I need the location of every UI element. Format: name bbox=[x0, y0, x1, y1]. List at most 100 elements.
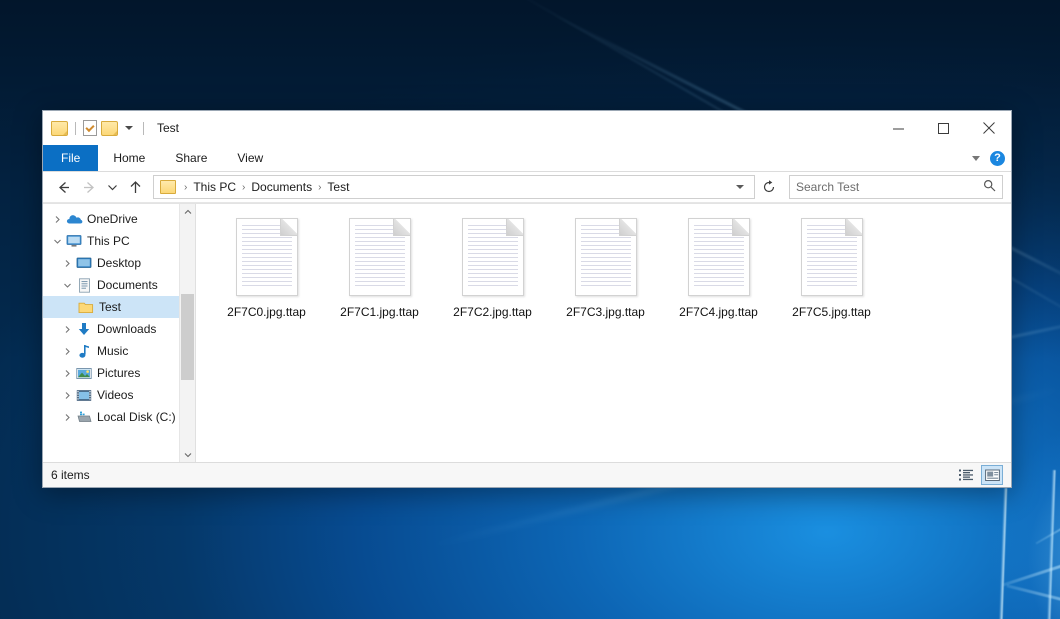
file-item[interactable]: 2F7C1.jpg.ttap bbox=[323, 216, 436, 319]
tab-home[interactable]: Home bbox=[98, 145, 160, 171]
chevron-down-icon[interactable] bbox=[736, 185, 744, 189]
chevron-down-icon[interactable] bbox=[59, 274, 75, 296]
tab-share[interactable]: Share bbox=[160, 145, 222, 171]
breadcrumb-item-documents[interactable]: Documents bbox=[249, 180, 314, 194]
search-input[interactable]: Search Test bbox=[796, 180, 983, 194]
download-icon bbox=[75, 321, 93, 337]
file-list-view[interactable]: 2F7C0.jpg.ttap 2F7C1.jpg.ttap bbox=[196, 204, 1011, 462]
file-name: 2F7C2.jpg.ttap bbox=[453, 305, 532, 319]
large-icons-view-button[interactable] bbox=[981, 465, 1003, 485]
ribbon-right-controls: ? bbox=[972, 145, 1005, 171]
chevron-down-icon[interactable] bbox=[972, 156, 980, 161]
file-item[interactable]: 2F7C4.jpg.ttap bbox=[662, 216, 775, 319]
sidebar-item-label: Pictures bbox=[97, 366, 140, 380]
generic-document-icon bbox=[575, 218, 637, 296]
file-name: 2F7C1.jpg.ttap bbox=[340, 305, 419, 319]
folder-tree: OneDrive This PC bbox=[43, 204, 195, 428]
sidebar-item-this-pc[interactable]: This PC bbox=[43, 230, 195, 252]
new-folder-icon[interactable] bbox=[101, 121, 118, 136]
address-bar: › This PC › Documents › Test Search Test bbox=[43, 172, 1011, 203]
videos-icon bbox=[75, 387, 93, 403]
item-count-label: 6 items bbox=[51, 468, 90, 482]
tab-file[interactable]: File bbox=[43, 145, 98, 171]
drive-icon bbox=[75, 409, 93, 425]
scrollbar-thumb[interactable] bbox=[181, 294, 194, 380]
properties-icon[interactable] bbox=[83, 120, 97, 136]
chevron-down-icon[interactable] bbox=[125, 126, 133, 130]
details-view-button[interactable] bbox=[956, 466, 976, 484]
generic-document-icon bbox=[349, 218, 411, 296]
chevron-right-icon[interactable] bbox=[59, 362, 75, 384]
recent-locations-button[interactable] bbox=[103, 175, 121, 199]
breadcrumb-item-this-pc[interactable]: This PC bbox=[191, 180, 238, 194]
generic-document-icon bbox=[462, 218, 524, 296]
scroll-down-icon[interactable] bbox=[180, 447, 195, 462]
file-name: 2F7C5.jpg.ttap bbox=[792, 305, 871, 319]
title-bar: Test bbox=[43, 111, 1011, 145]
breadcrumb-item-test[interactable]: Test bbox=[325, 180, 351, 194]
up-button[interactable] bbox=[123, 175, 147, 199]
chevron-down-icon[interactable] bbox=[49, 230, 65, 252]
tab-view[interactable]: View bbox=[222, 145, 278, 171]
cloud-icon bbox=[65, 211, 83, 227]
sidebar-item-downloads[interactable]: Downloads bbox=[43, 318, 195, 340]
close-button[interactable] bbox=[966, 111, 1011, 145]
refresh-button[interactable] bbox=[757, 175, 781, 199]
navigation-pane: OneDrive This PC bbox=[43, 204, 196, 462]
document-fold bbox=[280, 218, 298, 236]
pictures-icon bbox=[75, 365, 93, 381]
sidebar-item-label: Local Disk (C:) bbox=[97, 410, 176, 424]
ribbon-tabs: File Home Share View ? bbox=[43, 145, 1011, 172]
sidebar-scrollbar[interactable] bbox=[179, 204, 195, 462]
file-explorer-window: Test File Home Share View ? bbox=[42, 110, 1012, 488]
music-icon bbox=[75, 343, 93, 359]
chevron-right-icon[interactable] bbox=[49, 208, 65, 230]
folder-icon bbox=[160, 180, 176, 194]
view-toggle-group bbox=[956, 465, 1003, 485]
breadcrumb[interactable]: › This PC › Documents › Test bbox=[153, 175, 755, 199]
toolbar-divider bbox=[143, 122, 144, 135]
document-fold bbox=[845, 218, 863, 236]
file-item[interactable]: 2F7C5.jpg.ttap bbox=[775, 216, 888, 319]
sidebar-item-label: This PC bbox=[87, 234, 130, 248]
file-item[interactable]: 2F7C3.jpg.ttap bbox=[549, 216, 662, 319]
file-item[interactable]: 2F7C2.jpg.ttap bbox=[436, 216, 549, 319]
chevron-right-icon[interactable] bbox=[59, 384, 75, 406]
search-box[interactable]: Search Test bbox=[789, 175, 1003, 199]
file-name: 2F7C4.jpg.ttap bbox=[679, 305, 758, 319]
sidebar-item-music[interactable]: Music bbox=[43, 340, 195, 362]
desktop-icon bbox=[75, 255, 93, 271]
sidebar-item-test[interactable]: Test bbox=[43, 296, 195, 318]
sidebar-item-pictures[interactable]: Pictures bbox=[43, 362, 195, 384]
generic-document-icon bbox=[236, 218, 298, 296]
minimize-button[interactable] bbox=[876, 111, 921, 145]
window-body: OneDrive This PC bbox=[43, 203, 1011, 462]
maximize-button[interactable] bbox=[921, 111, 966, 145]
search-icon bbox=[983, 179, 996, 195]
sidebar-item-videos[interactable]: Videos bbox=[43, 384, 195, 406]
folder-icon[interactable] bbox=[51, 121, 68, 136]
sidebar-item-label: Documents bbox=[97, 278, 158, 292]
sidebar-item-onedrive[interactable]: OneDrive bbox=[43, 208, 195, 230]
back-button[interactable] bbox=[51, 175, 75, 199]
file-item[interactable]: 2F7C0.jpg.ttap bbox=[210, 216, 323, 319]
toolbar-divider bbox=[75, 122, 76, 135]
forward-button[interactable] bbox=[77, 175, 101, 199]
chevron-right-icon[interactable] bbox=[59, 340, 75, 362]
file-grid: 2F7C0.jpg.ttap 2F7C1.jpg.ttap bbox=[210, 216, 1011, 319]
chevron-right-icon[interactable] bbox=[59, 252, 75, 274]
quick-access-toolbar: Test bbox=[43, 111, 179, 145]
sidebar-item-desktop[interactable]: Desktop bbox=[43, 252, 195, 274]
documents-icon bbox=[75, 277, 93, 293]
scroll-up-icon[interactable] bbox=[180, 204, 195, 219]
chevron-right-icon[interactable] bbox=[59, 406, 75, 428]
sidebar-item-documents[interactable]: Documents bbox=[43, 274, 195, 296]
file-name: 2F7C0.jpg.ttap bbox=[227, 305, 306, 319]
sidebar-item-local-disk-c[interactable]: Local Disk (C:) bbox=[43, 406, 195, 428]
document-fold bbox=[506, 218, 524, 236]
status-bar: 6 items bbox=[43, 462, 1011, 487]
chevron-right-icon[interactable] bbox=[59, 318, 75, 340]
breadcrumb-separator: › bbox=[180, 182, 191, 193]
generic-document-icon bbox=[801, 218, 863, 296]
help-icon[interactable]: ? bbox=[990, 151, 1005, 166]
